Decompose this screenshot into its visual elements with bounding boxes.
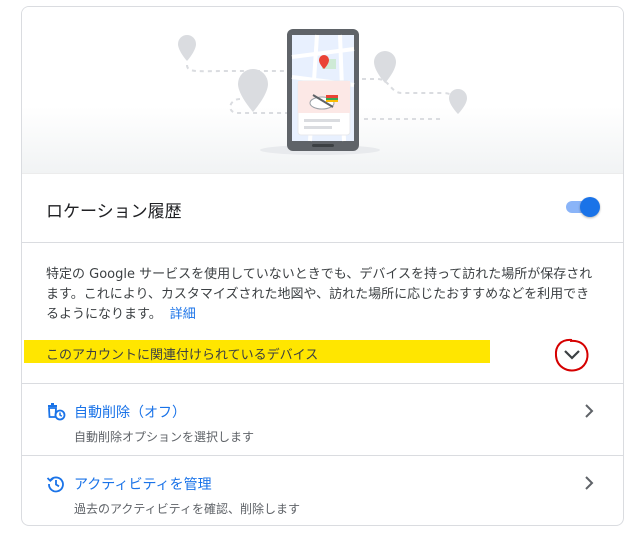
hero-illustration: [22, 7, 623, 173]
chevron-right-icon: [585, 476, 594, 490]
auto-delete-icon: [48, 403, 66, 421]
chevron-right-icon: [585, 404, 594, 418]
details-link[interactable]: 詳細: [170, 307, 196, 322]
manage-activity-row[interactable]: アクティビティを管理 過去のアクティビティを確認、削除します: [22, 455, 623, 525]
devices-row[interactable]: このアカウントに関連付けられているデバイス: [22, 335, 623, 383]
description-text: 特定の Google サービスを使用していないときでも、デバイスを持って訪れた場…: [46, 267, 593, 322]
location-history-card: ロケーション履歴 特定の Google サービスを使用していないときでも、デバイ…: [21, 6, 624, 526]
manage-activity-title: アクティビティを管理: [74, 477, 212, 493]
auto-delete-row[interactable]: 自動削除（オフ） 自動削除オプションを選択します: [22, 383, 623, 456]
location-history-title: ロケーション履歴: [46, 202, 182, 222]
location-history-toggle[interactable]: [564, 197, 600, 217]
manage-activity-subtitle: 過去のアクティビティを確認、削除します: [74, 502, 300, 516]
location-history-row: ロケーション履歴: [22, 173, 623, 243]
location-history-description: 特定の Google サービスを使用していないときでも、デバイスを持って訪れた場…: [46, 265, 598, 325]
phone-map-illustration: [178, 29, 467, 155]
history-icon: [46, 476, 64, 493]
devices-label: このアカウントに関連付けられているデバイス: [46, 348, 319, 363]
auto-delete-subtitle: 自動削除オプションを選択します: [74, 430, 255, 444]
toggle-knob: [580, 197, 600, 217]
auto-delete-title: 自動削除（オフ）: [74, 405, 186, 421]
expand-chevron-icon[interactable]: [553, 337, 591, 375]
